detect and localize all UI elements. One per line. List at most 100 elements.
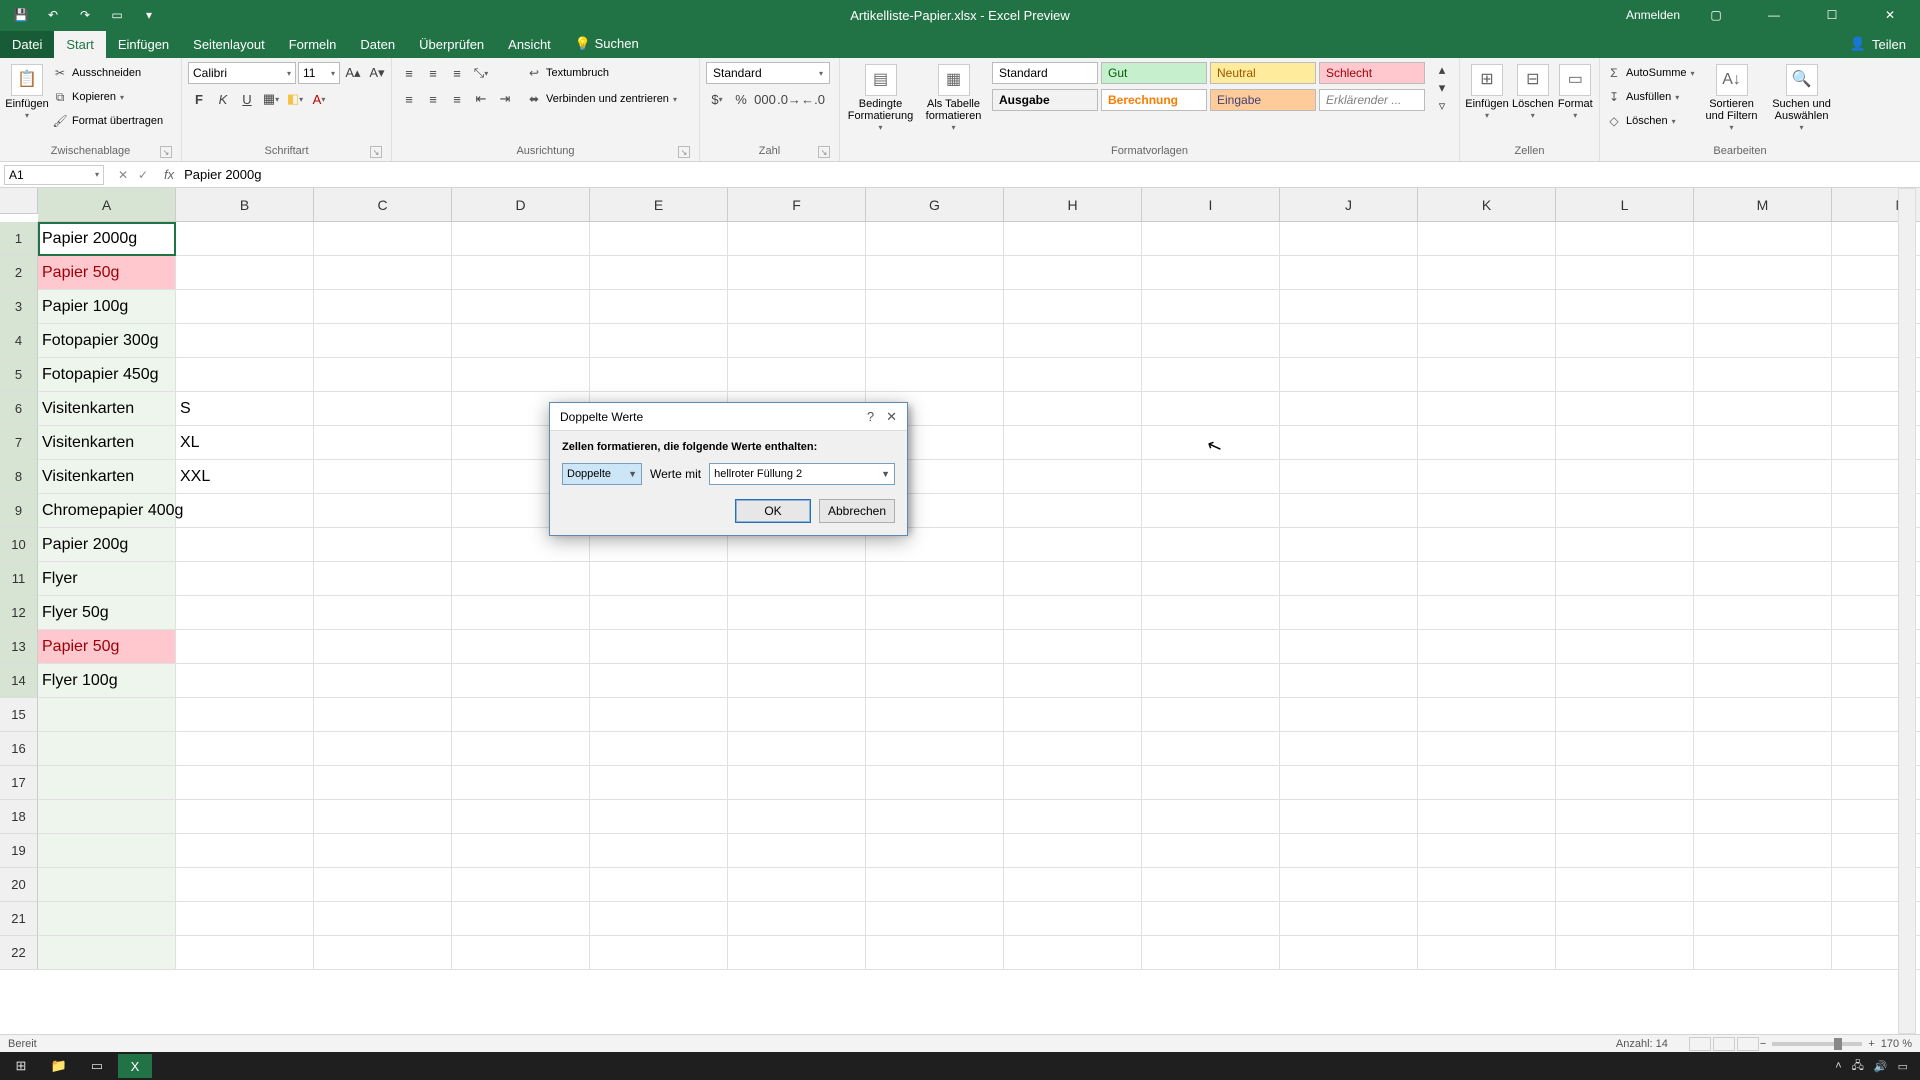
- name-box[interactable]: A1▾: [4, 165, 104, 185]
- view-pagelayout-icon[interactable]: [1713, 1037, 1735, 1051]
- cell[interactable]: [452, 766, 590, 800]
- cell[interactable]: [1418, 800, 1556, 834]
- cell[interactable]: [1418, 528, 1556, 562]
- cell[interactable]: [314, 358, 452, 392]
- cell[interactable]: [728, 222, 866, 256]
- cell[interactable]: [590, 868, 728, 902]
- cell[interactable]: [866, 630, 1004, 664]
- style-standard[interactable]: Standard: [992, 62, 1098, 84]
- tray-chevron-icon[interactable]: ˄: [1835, 1060, 1841, 1072]
- style-ausgabe[interactable]: Ausgabe: [992, 89, 1098, 111]
- cell[interactable]: [1556, 902, 1694, 936]
- column-header[interactable]: K: [1418, 188, 1556, 222]
- row-header[interactable]: 13: [0, 630, 38, 664]
- font-name-combo[interactable]: Calibri▾: [188, 62, 296, 84]
- cell[interactable]: [176, 358, 314, 392]
- cell[interactable]: [176, 324, 314, 358]
- cell[interactable]: [176, 766, 314, 800]
- cell[interactable]: [176, 698, 314, 732]
- cell[interactable]: [1280, 222, 1418, 256]
- cell[interactable]: [452, 698, 590, 732]
- cell[interactable]: [1004, 222, 1142, 256]
- cell[interactable]: [1280, 256, 1418, 290]
- row-header[interactable]: 14: [0, 664, 38, 698]
- clipboard-launcher-icon[interactable]: ↘: [160, 146, 172, 158]
- cell[interactable]: [38, 800, 176, 834]
- column-header[interactable]: F: [728, 188, 866, 222]
- cell[interactable]: [1418, 868, 1556, 902]
- cell[interactable]: [1694, 766, 1832, 800]
- sort-filter-button[interactable]: A↓Sortieren und Filtern▾: [1699, 62, 1765, 133]
- cell[interactable]: [452, 222, 590, 256]
- cell[interactable]: [176, 290, 314, 324]
- cell[interactable]: [452, 936, 590, 970]
- cell[interactable]: [1694, 902, 1832, 936]
- cell[interactable]: [452, 630, 590, 664]
- font-color-button[interactable]: A▾: [308, 88, 330, 110]
- cell[interactable]: [1142, 324, 1280, 358]
- cell[interactable]: [38, 936, 176, 970]
- cell[interactable]: [1556, 562, 1694, 596]
- row-header[interactable]: 22: [0, 936, 38, 970]
- format-with-combo[interactable]: hellroter Füllung 2▼: [709, 463, 895, 485]
- cell[interactable]: [866, 324, 1004, 358]
- cell[interactable]: [1694, 392, 1832, 426]
- cell[interactable]: [1418, 630, 1556, 664]
- row-header[interactable]: 18: [0, 800, 38, 834]
- cell[interactable]: [1280, 630, 1418, 664]
- cell[interactable]: [1142, 868, 1280, 902]
- cell[interactable]: [866, 596, 1004, 630]
- merge-center-button[interactable]: ⬌Verbinden und zentrieren▾: [526, 88, 677, 110]
- dialog-close-icon[interactable]: ✕: [886, 409, 897, 425]
- cell[interactable]: [176, 630, 314, 664]
- cell[interactable]: Papier 100g: [38, 290, 176, 324]
- cell[interactable]: [728, 800, 866, 834]
- cell[interactable]: [728, 732, 866, 766]
- cell[interactable]: [314, 324, 452, 358]
- cell[interactable]: [314, 834, 452, 868]
- cell[interactable]: [1280, 800, 1418, 834]
- cell[interactable]: [314, 902, 452, 936]
- view-normal-icon[interactable]: [1689, 1037, 1711, 1051]
- clear-button[interactable]: ◇Löschen▾: [1606, 110, 1695, 132]
- cell[interactable]: [314, 664, 452, 698]
- cell[interactable]: [1142, 766, 1280, 800]
- cell[interactable]: Papier 2000g: [38, 222, 176, 256]
- tab-file[interactable]: Datei: [0, 31, 54, 58]
- cell[interactable]: [1142, 222, 1280, 256]
- zoom-level[interactable]: 170 %: [1881, 1038, 1912, 1050]
- cell[interactable]: [1142, 256, 1280, 290]
- cell[interactable]: [176, 256, 314, 290]
- cell[interactable]: [1418, 392, 1556, 426]
- tab-pagelayout[interactable]: Seitenlayout: [181, 31, 277, 58]
- cell[interactable]: [1694, 358, 1832, 392]
- cell[interactable]: [1694, 834, 1832, 868]
- cell[interactable]: [1556, 834, 1694, 868]
- cell[interactable]: [1556, 460, 1694, 494]
- cell[interactable]: [1280, 358, 1418, 392]
- tab-view[interactable]: Ansicht: [496, 31, 563, 58]
- taskbar-explorer-icon[interactable]: 📁: [42, 1054, 76, 1078]
- cell[interactable]: [1694, 562, 1832, 596]
- cell[interactable]: [38, 766, 176, 800]
- undo-icon[interactable]: ↶: [40, 2, 66, 28]
- cell[interactable]: [590, 834, 728, 868]
- close-icon[interactable]: ✕: [1868, 0, 1912, 30]
- row-header[interactable]: 11: [0, 562, 38, 596]
- cell[interactable]: [1694, 290, 1832, 324]
- align-left-icon[interactable]: ≡: [398, 88, 420, 110]
- style-erklarend[interactable]: Erklärender ...: [1319, 89, 1425, 111]
- cell[interactable]: [176, 222, 314, 256]
- cell[interactable]: [1418, 494, 1556, 528]
- cell[interactable]: [728, 358, 866, 392]
- cell[interactable]: [866, 936, 1004, 970]
- cell[interactable]: [866, 766, 1004, 800]
- cell[interactable]: [1280, 392, 1418, 426]
- style-gut[interactable]: Gut: [1101, 62, 1207, 84]
- cell[interactable]: [314, 698, 452, 732]
- cell[interactable]: [590, 902, 728, 936]
- cell[interactable]: [314, 528, 452, 562]
- cell[interactable]: [314, 800, 452, 834]
- decrease-font-icon[interactable]: A▾: [366, 62, 388, 84]
- style-schlecht[interactable]: Schlecht: [1319, 62, 1425, 84]
